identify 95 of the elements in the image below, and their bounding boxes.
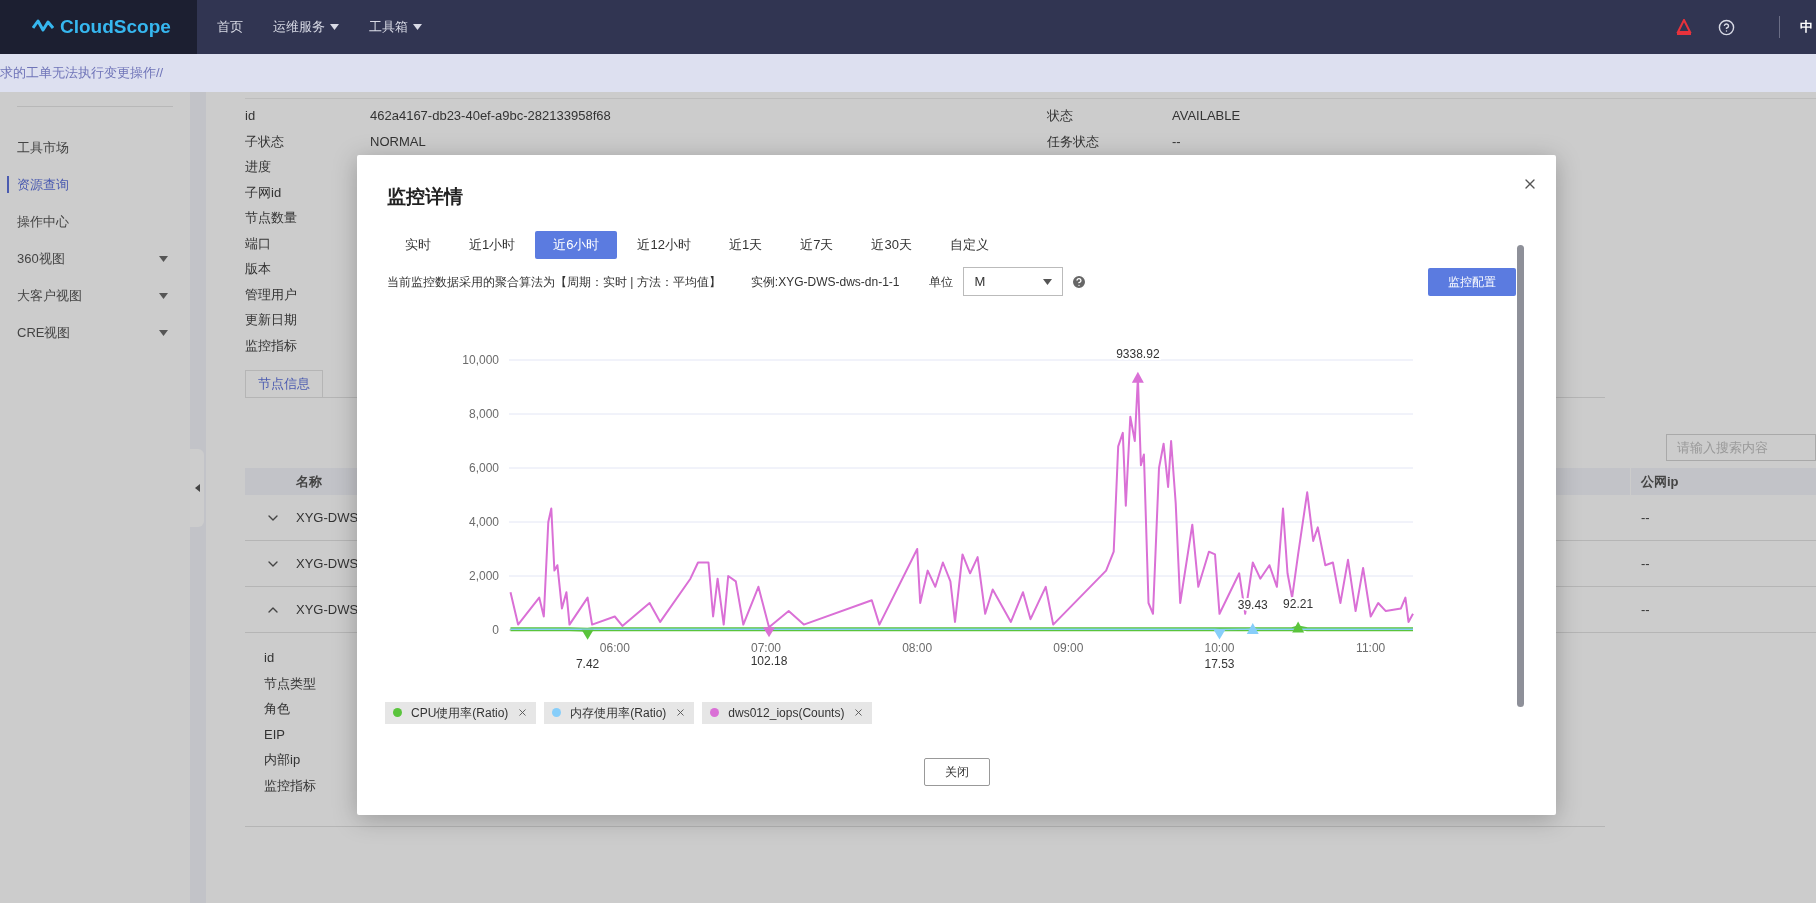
- config-button[interactable]: 监控配置: [1428, 267, 1516, 296]
- field-label: 子状态: [245, 132, 285, 151]
- axis-label: 4,000: [468, 514, 499, 529]
- time-range-tab[interactable]: 近6小时: [535, 230, 618, 259]
- nav-item[interactable]: 首页: [217, 17, 243, 37]
- axis-label: 06:00: [599, 640, 630, 655]
- field-value: NORMAL: [370, 132, 426, 151]
- axis-label: 6,000: [468, 460, 499, 475]
- unit-select[interactable]: M: [963, 267, 1064, 296]
- sidebar-item[interactable]: 大客户视图: [0, 277, 190, 314]
- table-cell: --: [1641, 555, 1650, 571]
- close-button[interactable]: 关闭: [923, 757, 990, 786]
- field-label: 状态: [1047, 107, 1074, 125]
- axis-label: 11:00: [1356, 640, 1386, 655]
- table-cell-text: XYG-DWS: [296, 600, 359, 619]
- sidebar-item[interactable]: CRE视图: [0, 314, 190, 351]
- field-label: 端口: [245, 234, 272, 253]
- field-value: AVAILABLE: [1172, 107, 1241, 125]
- marker-label: 17.53: [1204, 656, 1235, 671]
- time-range-tab[interactable]: 自定义: [931, 230, 1007, 259]
- remove-icon[interactable]: [853, 707, 865, 718]
- time-range-tab[interactable]: 实时: [387, 230, 449, 259]
- sidebar-item[interactable]: 360视图: [0, 240, 190, 277]
- field-label: 子网id: [245, 183, 283, 202]
- field-label: 管理用户: [245, 285, 298, 304]
- field-value: --: [1172, 132, 1181, 151]
- unit-label: 单位: [929, 273, 954, 291]
- dialog-title: 监控详情: [387, 185, 463, 209]
- field-label: 节点数量: [245, 209, 298, 227]
- axis-label: 08:00: [902, 640, 933, 655]
- field-label: 任务状态: [1047, 132, 1100, 151]
- max-marker-drawing: [1246, 622, 1259, 634]
- warning-icon[interactable]: [1676, 19, 1692, 35]
- field-label: id: [245, 107, 257, 125]
- field-label: 进度: [245, 158, 272, 176]
- axis-label: 10,000: [462, 352, 499, 367]
- axis-label: 10:00: [1204, 640, 1235, 655]
- time-range-tab[interactable]: 近1天: [710, 230, 781, 259]
- sidebar-item[interactable]: 资源查询: [0, 166, 190, 203]
- help-icon[interactable]: [1718, 18, 1735, 36]
- field-label: 监控指标: [245, 336, 298, 355]
- axis-label: 0: [492, 622, 499, 637]
- marker-label: 92.21: [1283, 596, 1314, 610]
- marker-label: 102.18: [750, 653, 788, 668]
- max-marker-drawing: [1131, 371, 1144, 383]
- remove-icon[interactable]: [517, 707, 529, 718]
- legend-chip[interactable]: 内存使用率(Ratio): [544, 701, 695, 724]
- instance-label: 实例:XYG-DWS-dws-dn-1-1: [750, 273, 900, 291]
- remove-icon[interactable]: [675, 707, 687, 718]
- min-marker-drawing: [763, 626, 775, 637]
- nav-item[interactable]: 工具箱: [369, 17, 422, 37]
- notice-text: 求的工单无法执行变更操作//: [0, 64, 164, 83]
- language-label[interactable]: 中: [1800, 17, 1813, 37]
- collapse-icon: [194, 484, 200, 492]
- field-label: 版本: [245, 260, 272, 278]
- column-header: 公网ip: [1641, 472, 1679, 491]
- sidebar-item[interactable]: 工具市场: [0, 129, 190, 166]
- collapse-handle[interactable]: [190, 449, 204, 527]
- field-label: EIP: [264, 725, 285, 744]
- legend-label: CPU使用率(Ratio): [411, 704, 509, 722]
- min-marker-drawing: [581, 629, 594, 640]
- legend-label: dws012_iops(Counts): [728, 704, 845, 722]
- legend-chip[interactable]: CPU使用率(Ratio): [385, 701, 537, 724]
- time-range-tab[interactable]: 近1小时: [451, 230, 534, 259]
- legend-chip[interactable]: dws012_iops(Counts): [702, 701, 873, 724]
- field-label: 节点类型: [264, 674, 316, 693]
- section-tab[interactable]: 节点信息: [245, 370, 323, 397]
- legend-label: 内存使用率(Ratio): [570, 704, 667, 722]
- max-marker-drawing: [1292, 621, 1305, 632]
- caret-icon: [1043, 278, 1053, 285]
- field-value: 462a4167-db23-40ef-a9bc-282133958f68: [370, 107, 611, 125]
- nav-item[interactable]: 运维服务: [273, 17, 339, 37]
- field-label: id: [264, 649, 275, 667]
- axis-label: 2,000: [468, 568, 499, 583]
- table-cell: --: [1641, 509, 1650, 525]
- sidebar-item[interactable]: 操作中心: [0, 203, 190, 240]
- marker-label: 7.42: [575, 656, 600, 671]
- column-header: 名称: [296, 472, 322, 491]
- marker-label: 9338.92: [1116, 346, 1160, 361]
- table-cell: --: [1641, 601, 1650, 617]
- axis-label: 8,000: [468, 406, 499, 421]
- time-range-tab[interactable]: 近7天: [782, 230, 852, 259]
- field-label: 内部ip: [264, 751, 301, 769]
- field-label: 角色: [264, 700, 290, 718]
- time-range-tab[interactable]: 近12小时: [619, 230, 709, 259]
- field-label: 更新日期: [245, 311, 298, 329]
- table-cell-text: XYG-DWS: [296, 508, 359, 527]
- table-cell-text: XYG-DWS: [296, 554, 359, 573]
- aggregation-info: 当前监控数据采用的聚合算法为【周期：实时 | 方法：平均值】: [387, 273, 721, 291]
- axis-label: 09:00: [1053, 640, 1084, 655]
- logo-text: CloudScope: [60, 14, 171, 39]
- time-range-tab[interactable]: 近30天: [853, 230, 930, 259]
- axis-label: 07:00: [750, 640, 781, 655]
- min-marker-drawing: [1213, 629, 1226, 640]
- field-label: 监控指标: [264, 776, 316, 795]
